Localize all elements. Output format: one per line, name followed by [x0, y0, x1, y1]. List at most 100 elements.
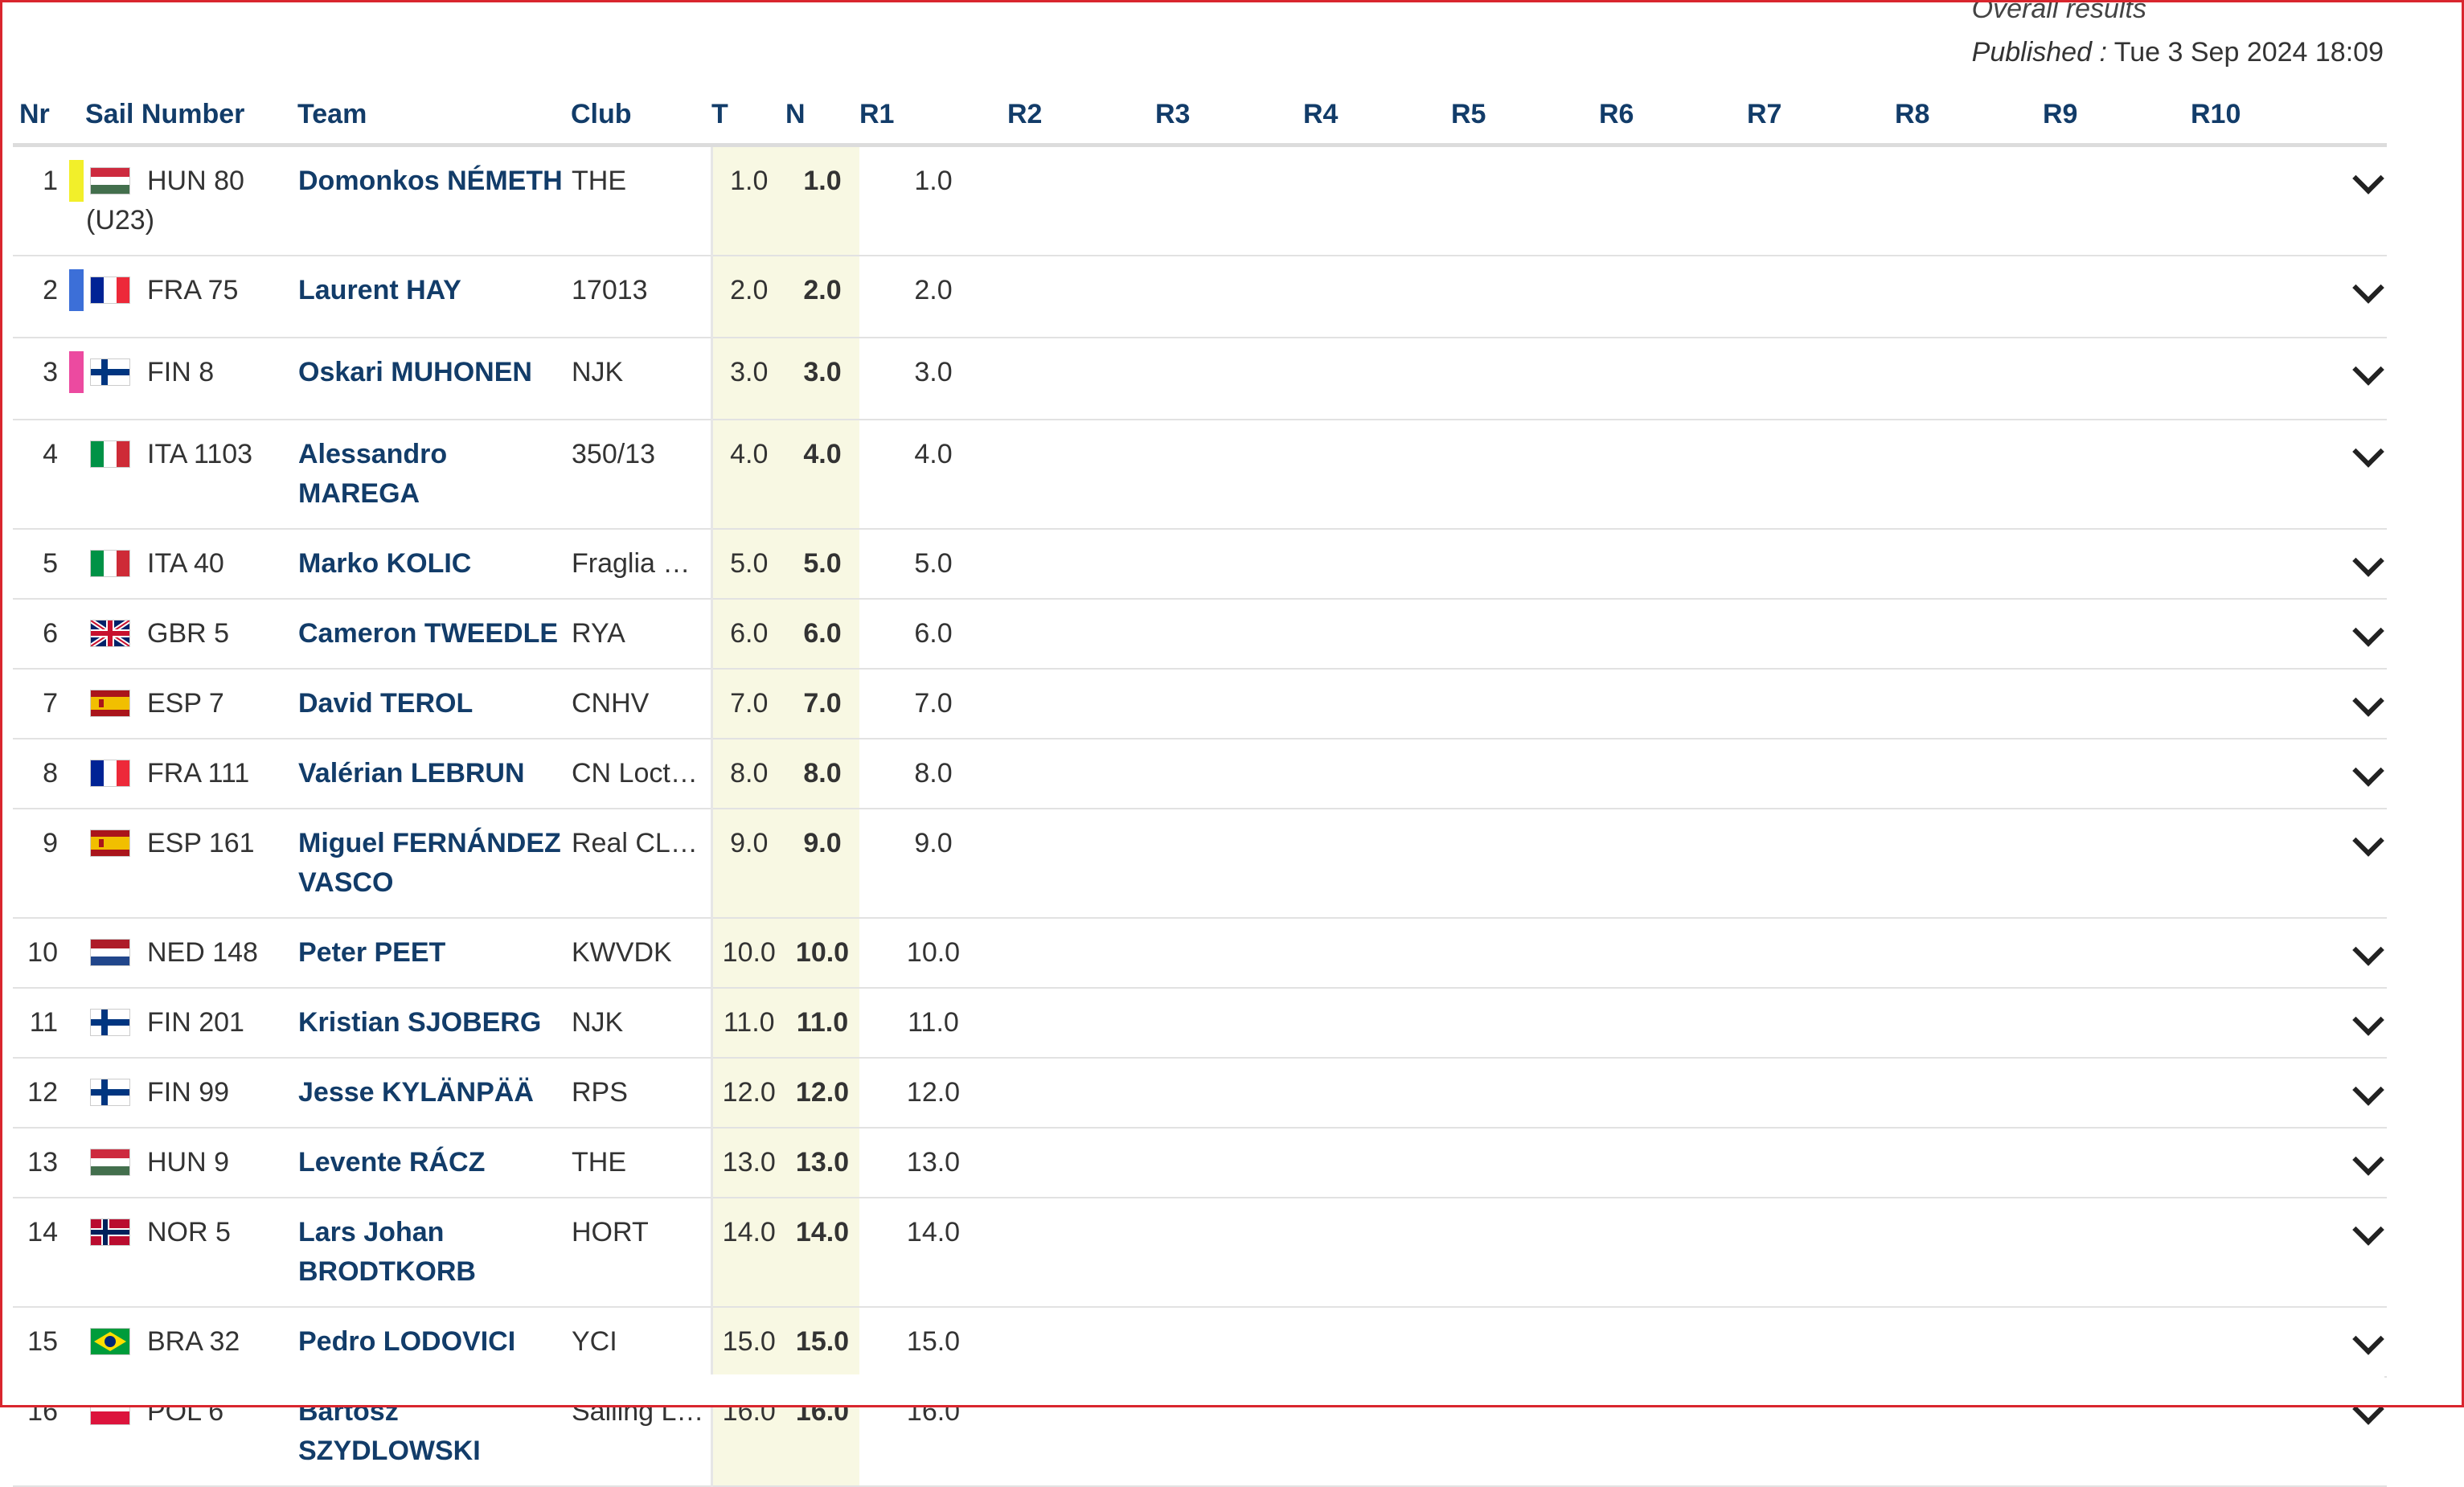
- col-header-sail-number[interactable]: Sail Number: [85, 85, 297, 147]
- col-header-nr[interactable]: Nr: [13, 85, 69, 147]
- rank-cell: 2: [13, 256, 69, 338]
- table-row[interactable]: 15 BRA 32 Pedro LODOVICI YCI 15.0 15.0 15.0: [13, 1307, 2387, 1378]
- race-6-score-cell: [1599, 338, 1747, 420]
- team-name-link[interactable]: Cameron TWEEDLE: [298, 618, 558, 649]
- race-2-score-cell: [1007, 1198, 1155, 1308]
- cut-off-row: [13, 1374, 2384, 1407]
- col-header-r3[interactable]: R3: [1155, 85, 1303, 147]
- race-8-score-cell: [1895, 1307, 2043, 1378]
- expand-row-cell[interactable]: [2339, 1307, 2387, 1378]
- table-row[interactable]: 8 FRA 111 Valérian LEBRUN CN Loct… 8.0 8.0 8…: [13, 739, 2387, 809]
- chevron-down-icon[interactable]: [2352, 1214, 2384, 1246]
- chevron-down-icon[interactable]: [2352, 436, 2384, 468]
- team-name-link[interactable]: Pedro LODOVICI: [298, 1326, 515, 1357]
- chevron-down-icon[interactable]: [2352, 934, 2384, 966]
- race-7-score-cell: [1747, 918, 1895, 989]
- table-row[interactable]: 2 FRA 75 Laurent HAY 17013 2.0 2.0 2.0: [13, 256, 2387, 338]
- table-row[interactable]: 5 ITA 40 Marko KOLIC Fraglia … 5.0 5.0 5.0: [13, 529, 2387, 600]
- race-4-score-cell: [1303, 1307, 1451, 1378]
- flag-fra-icon: [91, 277, 129, 303]
- race-2-score-cell: [1007, 809, 1155, 919]
- col-header-club[interactable]: Club: [571, 85, 711, 147]
- team-name-link[interactable]: Levente RÁCZ: [298, 1147, 485, 1178]
- expand-row-cell[interactable]: [2339, 1198, 2387, 1308]
- team-name-link[interactable]: David TEROL: [298, 688, 473, 719]
- expand-row-cell[interactable]: [2339, 988, 2387, 1059]
- chevron-down-icon[interactable]: [2352, 272, 2384, 304]
- expand-row-cell[interactable]: [2339, 739, 2387, 809]
- team-cell: David TEROL: [297, 669, 571, 739]
- team-name-link[interactable]: Laurent HAY: [298, 275, 461, 305]
- race-7-score-cell: [1747, 338, 1895, 420]
- col-header-net[interactable]: N: [785, 85, 859, 147]
- col-header-total[interactable]: T: [711, 85, 785, 147]
- expand-row-cell[interactable]: [2339, 420, 2387, 530]
- expand-row-cell[interactable]: [2339, 529, 2387, 600]
- expand-row-cell[interactable]: [2339, 599, 2387, 670]
- expand-row-cell[interactable]: [2339, 669, 2387, 739]
- chevron-down-icon[interactable]: [2352, 685, 2384, 717]
- race-3-score-cell: [1155, 918, 1303, 989]
- team-name-link[interactable]: Miguel FERNÁNDEZ VASCO: [298, 828, 561, 898]
- col-header-r7[interactable]: R7: [1747, 85, 1895, 147]
- expand-row-cell[interactable]: [2339, 145, 2387, 256]
- chevron-down-icon[interactable]: [2352, 1323, 2384, 1355]
- expand-row-cell[interactable]: [2339, 338, 2387, 420]
- team-name-link[interactable]: Jesse KYLÄNPÄÄ: [298, 1077, 534, 1108]
- team-name-link[interactable]: Lars Johan BRODTKORB: [298, 1217, 476, 1287]
- table-row[interactable]: 13 HUN 9 Levente RÁCZ THE 13.0 13.0 13.0: [13, 1128, 2387, 1198]
- table-row[interactable]: 10 NED 148 Peter PEET KWVDK 10.0 10.0 10.0: [13, 918, 2387, 989]
- medal-marker: [69, 1128, 85, 1198]
- col-header-team[interactable]: Team: [297, 85, 571, 147]
- table-row[interactable]: 3 FIN 8 Oskari MUHONEN NJK 3.0 3.0 3.0: [13, 338, 2387, 420]
- expand-row-cell[interactable]: [2339, 809, 2387, 919]
- team-name-link[interactable]: Kristian SJOBERG: [298, 1007, 541, 1038]
- race-7-score-cell: [1747, 1307, 1895, 1378]
- overall-results-link[interactable]: Overall results: [1972, 0, 2384, 31]
- chevron-down-icon[interactable]: [2352, 755, 2384, 787]
- table-row[interactable]: 9 ESP 161 Miguel FERNÁNDEZ VASCO Real CL……: [13, 809, 2387, 919]
- col-header-r2[interactable]: R2: [1007, 85, 1155, 147]
- col-header-r5[interactable]: R5: [1451, 85, 1599, 147]
- chevron-down-icon[interactable]: [2352, 545, 2384, 577]
- col-header-r9[interactable]: R9: [2043, 85, 2191, 147]
- rank-cell: 4: [13, 420, 69, 530]
- col-header-r6[interactable]: R6: [1599, 85, 1747, 147]
- race-3-score-cell: [1155, 988, 1303, 1059]
- team-name-link[interactable]: Peter PEET: [298, 937, 445, 968]
- chevron-down-icon[interactable]: [2352, 1074, 2384, 1106]
- table-row[interactable]: 7 ESP 7 David TEROL CNHV 7.0 7.0 7.0: [13, 669, 2387, 739]
- chevron-down-icon[interactable]: [2352, 825, 2384, 857]
- chevron-down-icon[interactable]: [2352, 1144, 2384, 1176]
- team-name-link[interactable]: Oskari MUHONEN: [298, 357, 532, 387]
- expand-row-cell[interactable]: [2339, 1128, 2387, 1198]
- expand-row-cell[interactable]: [2339, 1058, 2387, 1129]
- table-row[interactable]: 11 FIN 201 Kristian SJOBERG NJK 11.0 11.0 11…: [13, 988, 2387, 1059]
- table-row[interactable]: 6 GBR 5 Cameron TWEEDLE RYA 6.0 6.0 6.0: [13, 599, 2387, 670]
- col-header-r1[interactable]: R1: [859, 85, 1007, 147]
- table-row[interactable]: 12 FIN 99 Jesse KYLÄNPÄÄ RPS 12.0 12.0 12.0: [13, 1058, 2387, 1129]
- table-row[interactable]: 1 HUN 80 (U23) Domonkos NÉMETH THE 1.0 1.0 1…: [13, 145, 2387, 256]
- expand-row-cell[interactable]: [2339, 256, 2387, 338]
- rank-cell: 6: [13, 599, 69, 670]
- table-row[interactable]: 4 ITA 1103 Alessandro MAREGA 350/13 4.0 4.0…: [13, 420, 2387, 530]
- team-name-link[interactable]: Valérian LEBRUN: [298, 758, 525, 789]
- race-10-score-cell: [2191, 338, 2339, 420]
- race-3-score-cell: [1155, 420, 1303, 530]
- chevron-down-icon[interactable]: [2352, 615, 2384, 647]
- team-name-link[interactable]: Domonkos NÉMETH: [298, 166, 563, 196]
- race-3-score-cell: [1155, 256, 1303, 338]
- race-5-score-cell: [1451, 1198, 1599, 1308]
- chevron-down-icon[interactable]: [2352, 1004, 2384, 1036]
- team-name-link[interactable]: Alessandro MAREGA: [298, 439, 447, 509]
- col-header-r10[interactable]: R10: [2191, 85, 2339, 147]
- flag-ned-icon: [91, 940, 129, 965]
- expand-row-cell[interactable]: [2339, 918, 2387, 989]
- chevron-down-icon[interactable]: [2352, 354, 2384, 386]
- col-header-r4[interactable]: R4: [1303, 85, 1451, 147]
- table-row[interactable]: 14 NOR 5 Lars Johan BRODTKORB HORT 14.0 14.…: [13, 1198, 2387, 1308]
- col-header-r8[interactable]: R8: [1895, 85, 2043, 147]
- chevron-down-icon[interactable]: [2352, 162, 2384, 195]
- team-cell: Marko KOLIC: [297, 529, 571, 600]
- team-name-link[interactable]: Marko KOLIC: [298, 548, 471, 579]
